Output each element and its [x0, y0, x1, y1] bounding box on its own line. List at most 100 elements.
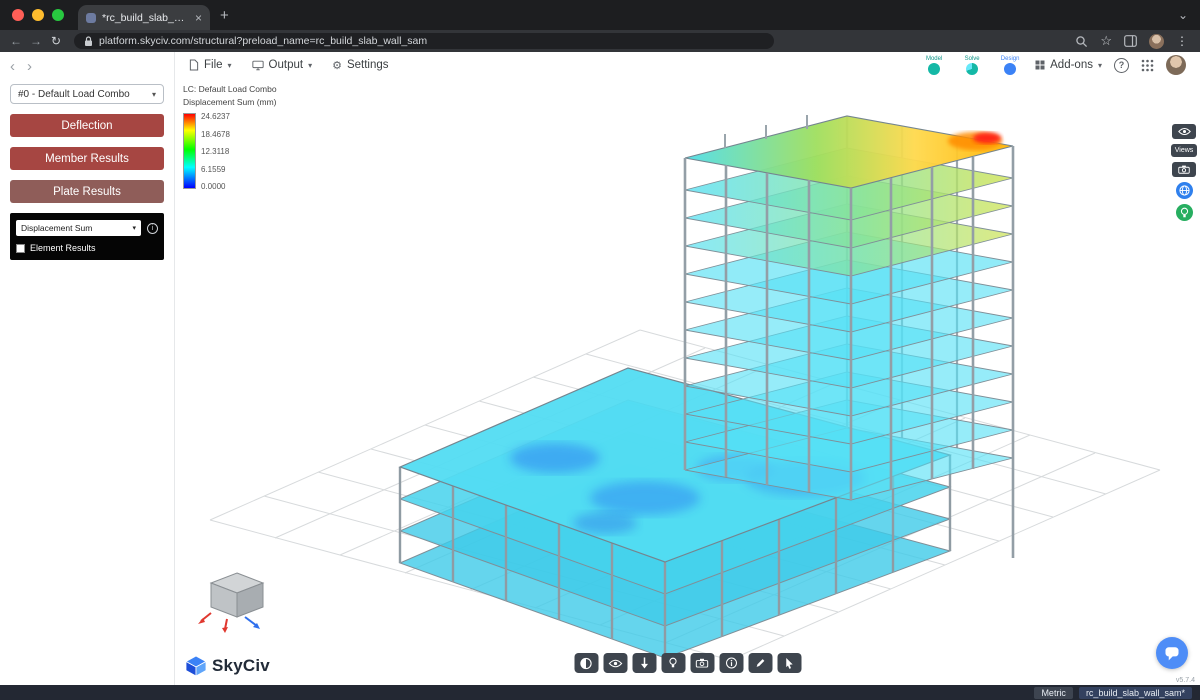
visibility-settings-button[interactable] [603, 653, 627, 673]
legend-tick: 0.0000 [201, 183, 230, 191]
eye-icon [1178, 127, 1191, 136]
model-stage-button[interactable]: Model [921, 56, 947, 75]
url-bar-row: ← → ↻ platform.skyciv.com/structural?pre… [0, 30, 1200, 52]
down-arrow-icon [639, 657, 649, 669]
structural-model-scene[interactable] [175, 78, 1200, 685]
favicon [86, 13, 96, 23]
new-tab-button[interactable]: + [220, 7, 229, 24]
info-icon[interactable]: i [147, 223, 158, 234]
skyciv-brand: SkyCiv [185, 655, 270, 677]
result-legend: LC: Default Load Combo Displacement Sum … [183, 84, 277, 191]
chat-support-button[interactable] [1156, 637, 1188, 669]
browser-profile-avatar[interactable] [1149, 34, 1164, 49]
sidebar-history-nav: ‹ › [0, 56, 174, 74]
legend-tick: 18.4678 [201, 131, 230, 139]
settings-menu-label: Settings [347, 59, 389, 71]
solve-stage-button[interactable]: Solve [959, 56, 985, 75]
highlight-button[interactable] [661, 653, 685, 673]
tab-close-icon[interactable]: × [195, 12, 202, 24]
tab-title: *rc_build_slab_wall_sam | SkyC [102, 12, 189, 24]
profile-avatar[interactable] [1166, 55, 1186, 75]
capture-button[interactable] [690, 653, 714, 673]
loads-toggle-button[interactable] [632, 653, 656, 673]
file-menu[interactable]: File ▾ [189, 59, 232, 71]
close-window-button[interactable] [12, 9, 24, 21]
side-panel-icon[interactable] [1124, 35, 1137, 47]
3d-canvas[interactable]: LC: Default Load Combo Displacement Sum … [175, 78, 1200, 685]
lightbulb-icon [1180, 207, 1189, 219]
view-controls: Views [1171, 124, 1197, 221]
settings-menu[interactable]: ⚙ Settings [332, 59, 388, 72]
output-menu[interactable]: Output ▾ [252, 59, 313, 71]
tab-search-icon[interactable]: ⌄ [1178, 8, 1188, 22]
axis-x-icon [198, 613, 211, 624]
skyciv-logo-icon [185, 655, 207, 677]
chevron-down-icon: ▾ [1098, 61, 1102, 70]
results-sidebar: ‹ › #0 - Default Load Combo ▾ Deflection… [0, 52, 175, 685]
legend-tick: 12.3118 [201, 148, 230, 156]
globe-icon [1179, 185, 1190, 196]
views-button[interactable]: Views [1171, 144, 1197, 157]
model-stage-icon [928, 63, 940, 75]
units-badge[interactable]: Metric [1034, 687, 1073, 699]
status-bar: Metric rc_build_slab_wall_sam* [0, 685, 1200, 700]
deflection-button[interactable]: Deflection [10, 114, 164, 137]
plate-results-button[interactable]: Plate Results [10, 180, 164, 203]
tips-button[interactable] [1176, 204, 1193, 221]
element-results-checkbox[interactable] [16, 244, 25, 253]
legend-tick: 24.6237 [201, 113, 230, 121]
render-mode-button[interactable] [574, 653, 598, 673]
browser-reload-icon[interactable]: ↻ [48, 34, 64, 48]
browser-tab[interactable]: *rc_build_slab_wall_sam | SkyC × [78, 5, 210, 30]
design-stage-button[interactable]: Design [997, 56, 1023, 75]
eye-icon [608, 659, 622, 668]
address-bar[interactable]: platform.skyciv.com/structural?preload_n… [74, 33, 774, 49]
minimize-window-button[interactable] [32, 9, 44, 21]
search-icon[interactable] [1075, 35, 1088, 48]
browser-chrome: *rc_build_slab_wall_sam | SkyC × + ⌄ ← →… [0, 0, 1200, 52]
legend-colorbar [183, 113, 196, 189]
bookmark-star-icon[interactable]: ☆ [1100, 33, 1112, 49]
filename-badge[interactable]: rc_build_slab_wall_sam* [1079, 687, 1192, 699]
member-results-button[interactable]: Member Results [10, 147, 164, 170]
file-menu-label: File [204, 59, 223, 71]
legend-tick: 6.1559 [201, 166, 230, 174]
select-cursor-button[interactable] [777, 653, 801, 673]
annotate-button[interactable] [748, 653, 772, 673]
addons-menu[interactable]: Add-ons ▾ [1035, 59, 1102, 71]
screenshot-button[interactable] [1172, 162, 1196, 177]
redo-forward-icon[interactable]: › [27, 58, 32, 72]
chevron-down-icon: ▾ [132, 224, 136, 232]
help-button[interactable]: ? [1114, 58, 1129, 73]
info-icon [725, 657, 737, 669]
globe-button[interactable] [1176, 182, 1193, 199]
browser-back-icon[interactable]: ← [8, 34, 24, 48]
visibility-button[interactable] [1172, 124, 1196, 139]
result-type-select[interactable]: Displacement Sum ▾ [16, 220, 141, 236]
browser-forward-icon[interactable]: → [28, 34, 44, 48]
monitor-icon [252, 60, 264, 71]
navigation-cube[interactable] [197, 563, 277, 641]
chevron-down-icon: ▾ [228, 61, 232, 70]
model-info-button[interactable] [719, 653, 743, 673]
lightbulb-icon [669, 657, 678, 669]
brand-name: SkyCiv [212, 656, 270, 676]
cursor-icon [784, 657, 795, 670]
chevron-down-icon: ▾ [308, 61, 312, 70]
render-sphere-icon [580, 657, 593, 670]
chevron-down-icon: ▾ [152, 90, 156, 99]
legend-load-case: LC: Default Load Combo [183, 84, 277, 94]
undo-back-icon[interactable]: ‹ [10, 58, 15, 72]
output-menu-label: Output [269, 59, 304, 71]
lock-icon [84, 36, 93, 47]
canvas-toolbar [574, 653, 801, 673]
chat-icon [1164, 646, 1180, 661]
apps-grid-icon[interactable] [1141, 59, 1154, 72]
load-combo-value: #0 - Default Load Combo [18, 89, 130, 100]
window-controls [0, 9, 78, 21]
zoom-window-button[interactable] [52, 9, 64, 21]
load-combo-select[interactable]: #0 - Default Load Combo ▾ [10, 84, 164, 104]
design-stage-icon [1004, 63, 1016, 75]
url-text: platform.skyciv.com/structural?preload_n… [99, 35, 427, 47]
browser-menu-kebab-icon[interactable]: ⋮ [1176, 34, 1188, 48]
